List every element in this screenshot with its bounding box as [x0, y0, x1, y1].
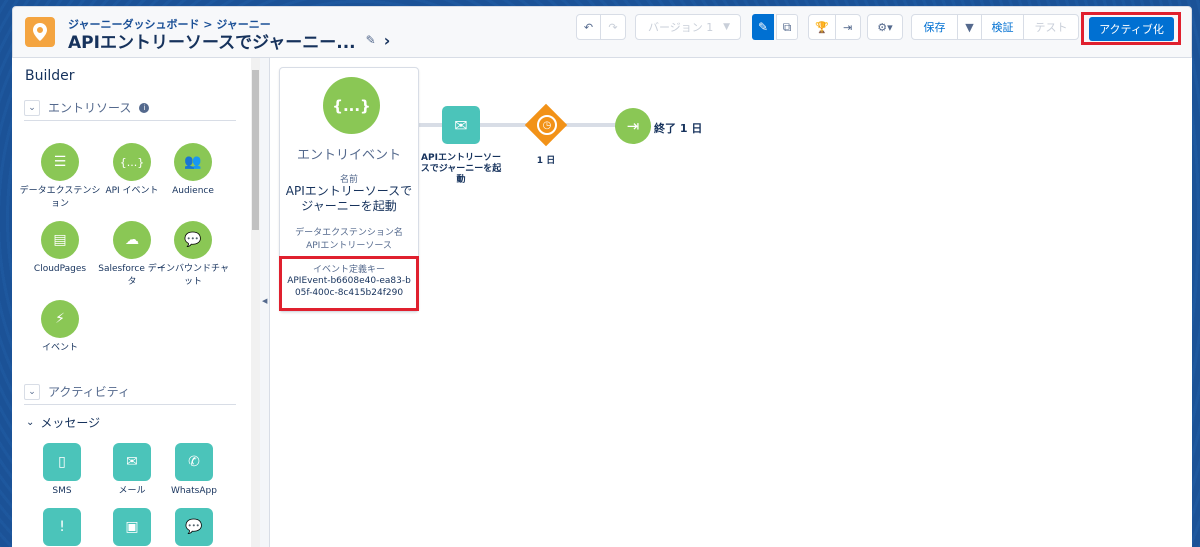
- palette-label: インバウンドチャット: [157, 264, 229, 287]
- message-subsection[interactable]: ⌄ メッセージ: [26, 414, 100, 431]
- save-dropdown-icon[interactable]: ▼: [958, 15, 982, 39]
- palette-label: イベント: [41, 343, 78, 353]
- exit-icon: ⇥: [626, 117, 640, 135]
- palette-inbound-chat[interactable]: 💬 インバウンドチャット: [157, 221, 229, 289]
- activity-label: アクティビティ: [48, 385, 130, 399]
- inapp-icon: ▣: [113, 508, 151, 546]
- braces-icon: {...}: [323, 77, 380, 134]
- chevron-down-icon[interactable]: ⌄: [24, 383, 40, 400]
- journey-app-icon: [25, 17, 55, 47]
- trophy-icon[interactable]: 🏆: [809, 15, 836, 39]
- goal-exit-group: 🏆 ⇥: [808, 14, 861, 40]
- exit-node[interactable]: ⇥: [615, 108, 651, 144]
- entry-de-label: データエクステンション名: [295, 228, 403, 238]
- sidebar-scroll-thumb[interactable]: [252, 70, 259, 230]
- event-key-highlight-box: [279, 256, 419, 311]
- gear-icon[interactable]: ⚙▾: [868, 15, 902, 39]
- bolt-icon: ⚡: [41, 300, 79, 338]
- wait-node-label: 1 日: [536, 156, 556, 166]
- palette-label: データエクステンション: [19, 186, 101, 209]
- palette-data-extension[interactable]: ☰ データエクステンション: [20, 143, 100, 211]
- message-label: メッセージ: [40, 416, 101, 430]
- builder-sidebar: Builder ⌄ エントリソース i ☰ データエクステンション {...} …: [12, 58, 260, 547]
- palette-chat-message[interactable]: 💬: [158, 508, 230, 546]
- palette-label: メール: [118, 486, 146, 496]
- group-icon: 👥: [174, 143, 212, 181]
- page-icon: ▤: [41, 221, 79, 259]
- email-node-label: APIエントリーソースでジャーニーを起動: [420, 153, 502, 185]
- sidebar-title: Builder: [25, 68, 75, 84]
- alert-phone-icon: !: [43, 508, 81, 546]
- activity-section[interactable]: ⌄ アクティビティ: [24, 379, 236, 405]
- chevron-down-icon: ⌄: [26, 417, 35, 428]
- palette-whatsapp[interactable]: ✆ WhatsApp: [158, 443, 230, 498]
- list-icon: ☰: [41, 143, 79, 181]
- undo-icon[interactable]: ↶: [577, 15, 601, 39]
- save-button[interactable]: 保存: [912, 15, 958, 39]
- activate-button[interactable]: アクティブ化: [1089, 17, 1174, 41]
- palette-label: WhatsApp: [171, 486, 217, 496]
- undo-redo-group: ↶ ↷: [576, 14, 626, 40]
- chat-icon: 💬: [174, 221, 212, 259]
- save-group: 保存 ▼ 検証 テスト: [911, 14, 1079, 40]
- braces-icon: {...}: [113, 143, 151, 181]
- page-title: APIエントリーソースでジャーニー...: [68, 32, 356, 53]
- palette-cloudpages[interactable]: ▤ CloudPages: [24, 221, 96, 276]
- palette-label: API イベント: [105, 186, 159, 196]
- email-activity-node[interactable]: ✉: [442, 106, 480, 144]
- cloud-icon: ☁: [113, 221, 151, 259]
- mail-icon: ✉: [113, 443, 151, 481]
- mail-icon: ✉: [454, 115, 468, 135]
- validate-button[interactable]: 検証: [982, 15, 1024, 39]
- settings-group: ⚙▾: [867, 14, 903, 40]
- entry-source-section[interactable]: ⌄ エントリソース i: [24, 95, 236, 121]
- version-select[interactable]: バージョン 1 ▼: [635, 14, 741, 40]
- entry-name-value: APIエントリーソースでジャーニーを起動: [285, 184, 413, 213]
- exit-criteria-icon[interactable]: ⇥: [836, 15, 860, 39]
- exit-node-label: 終了 1 日: [654, 122, 703, 135]
- palette-sms[interactable]: ▯ SMS: [26, 443, 98, 498]
- chevron-down-icon[interactable]: ⌄: [24, 99, 40, 116]
- info-icon[interactable]: i: [139, 102, 150, 113]
- speech-icon: 💬: [175, 508, 213, 546]
- copy-icon[interactable]: ⧉: [776, 14, 798, 40]
- palette-label: SMS: [52, 486, 72, 496]
- edit-mode-button[interactable]: ✎: [752, 14, 774, 40]
- pencil-icon[interactable]: ✎: [366, 33, 376, 47]
- sidebar-collapse-handle[interactable]: ◀: [260, 58, 270, 547]
- palette-label: CloudPages: [33, 264, 87, 274]
- entry-source-label: エントリソース: [48, 101, 132, 115]
- chevron-down-icon: ▼: [723, 22, 730, 32]
- palette-push[interactable]: !: [26, 508, 98, 546]
- entry-de-value: APIエントリーソース: [306, 241, 392, 251]
- chevron-right-icon[interactable]: ›: [384, 31, 391, 50]
- whatsapp-icon: ✆: [175, 443, 213, 481]
- redo-icon[interactable]: ↷: [601, 15, 625, 39]
- entry-card-title: エントリイベント: [296, 148, 401, 163]
- palette-audience[interactable]: 👥 Audience: [157, 143, 229, 198]
- clock-icon: ◷: [537, 115, 557, 135]
- test-button[interactable]: テスト: [1024, 15, 1078, 39]
- collapse-left-icon: ◀: [262, 297, 268, 305]
- phone-icon: ▯: [43, 443, 81, 481]
- palette-label: Audience: [172, 186, 214, 196]
- palette-event[interactable]: ⚡ イベント: [24, 300, 96, 355]
- version-label: バージョン 1: [648, 21, 714, 34]
